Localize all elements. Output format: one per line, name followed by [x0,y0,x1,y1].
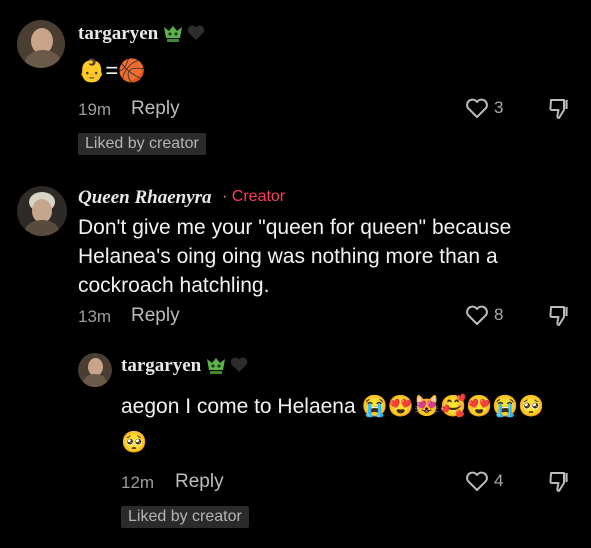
avatar[interactable] [17,186,67,236]
dislike-icon [549,472,568,492]
reply-button[interactable]: Reply [131,98,180,120]
dislike-button[interactable] [548,304,570,333]
creator-tag: · Creator [222,188,285,206]
timestamp: 12m [121,473,155,492]
user-badges [162,22,206,44]
comment-text-content: 👶=🏀 [78,58,146,83]
avatar[interactable] [17,20,65,68]
timestamp: 19m [78,100,112,119]
like-count: 8 [494,305,504,324]
reply-button[interactable]: Reply [175,471,224,493]
comment-text-line-2: 🥺 [121,431,148,454]
timestamp: 13m [78,307,112,326]
user-badges [205,354,249,376]
comment-text: 👶=🏀 [78,56,146,85]
reply-button[interactable]: Reply [131,305,180,327]
separator: · [222,188,228,205]
black-heart-icon [230,357,248,372]
username[interactable]: targaryen [121,355,201,377]
like-count: 4 [494,471,504,490]
like-button[interactable]: 8 [465,304,503,326]
dislike-button[interactable] [548,470,570,499]
dragon-badge-icon [207,358,225,374]
username[interactable]: Queen Rhaenyra [78,187,212,209]
black-heart-icon [187,25,205,40]
dislike-icon [549,99,568,119]
heart-outline-icon [466,305,488,325]
heart-outline-icon [466,471,488,491]
dragon-badge-icon [164,26,182,42]
liked-by-creator-badge: Liked by creator [121,506,249,528]
like-count: 3 [494,98,504,117]
like-button[interactable]: 4 [465,470,503,492]
username[interactable]: targaryen [78,23,158,45]
avatar[interactable] [78,353,112,387]
creator-label: Creator [231,188,286,205]
comment-text: Don't give me your "queen for queen" bec… [78,216,512,297]
liked-by-creator-badge: Liked by creator [78,133,206,155]
heart-outline-icon [466,98,488,118]
comment-text: aegon I come to Helaena 😭😍😻🥰😍😭🥺 [121,395,545,418]
dislike-icon [549,306,568,326]
dislike-button[interactable] [548,97,570,126]
like-button[interactable]: 3 [465,97,503,119]
